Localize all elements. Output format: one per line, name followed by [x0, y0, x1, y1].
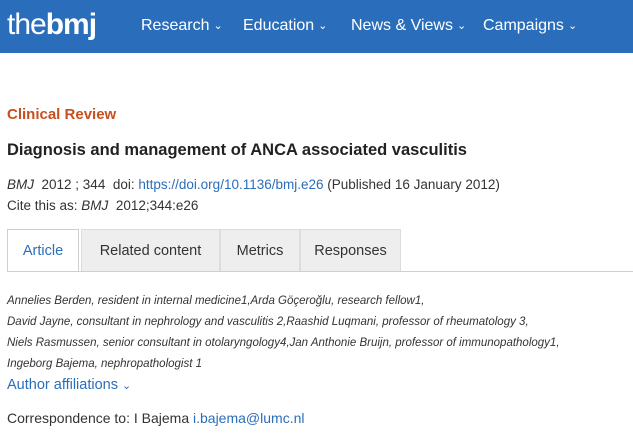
published-date: (Published 16 January 2012) — [327, 177, 500, 192]
correspondence: Correspondence to: I Bajema i.bajema@lum… — [7, 410, 304, 426]
logo-text-bmj: bmj — [45, 8, 97, 41]
correspondence-email-link[interactable]: i.bajema@lumc.nl — [193, 410, 304, 426]
chevron-down-icon: ⌄ — [121, 380, 132, 392]
author-line: Niels Rasmussen, senior consultant in ot… — [7, 337, 560, 349]
nav-news-views[interactable]: News & Views ⌄ — [351, 0, 466, 53]
top-navigation-bar: thebmj Research ⌄ Education ⌄ News & Views… — [0, 0, 633, 53]
nav-campaigns[interactable]: Campaigns ⌄ — [483, 0, 577, 53]
citation-line: BMJ 2012 ; 344 doi: https://doi.org/10.1… — [7, 177, 500, 192]
author-line: Annelies Berden, resident in internal me… — [7, 295, 425, 307]
cite-reference: 2012;344:e26 — [115, 198, 199, 213]
chevron-down-icon: ⌄ — [456, 20, 467, 32]
logo-text-the: the — [7, 8, 47, 41]
bmj-logo[interactable]: thebmj — [7, 6, 97, 44]
journal-name: BMJ — [7, 177, 34, 192]
chevron-down-icon: ⌄ — [567, 20, 578, 32]
author-line: Ingeborg Bajema, nephropathologist 1 — [7, 358, 203, 370]
chevron-down-icon: ⌄ — [318, 20, 328, 32]
doi-label: doi: — [112, 177, 135, 192]
author-line: David Jayne, consultant in nephrology an… — [7, 316, 529, 328]
author-affiliations-toggle[interactable]: Author affiliations ⌄ — [7, 377, 131, 393]
article-category: Clinical Review — [7, 106, 117, 123]
nav-campaigns-label: Campaigns — [483, 17, 564, 34]
tabs-divider — [7, 271, 633, 272]
nav-education-label: Education — [243, 17, 315, 34]
nav-research[interactable]: Research ⌄ — [141, 0, 223, 53]
article-title: Diagnosis and management of ANCA associa… — [7, 141, 467, 159]
year-volume: 2012 ; 344 — [41, 177, 106, 192]
tab-article[interactable]: Article — [7, 229, 79, 272]
cite-line: Cite this as: BMJ 2012;344:e26 — [7, 198, 198, 213]
cite-label: Cite this as: — [7, 198, 78, 213]
nav-education[interactable]: Education ⌄ — [243, 0, 327, 53]
doi-link[interactable]: https://doi.org/10.1136/bmj.e26 — [138, 177, 323, 192]
cite-journal: BMJ — [81, 198, 109, 213]
chevron-down-icon: ⌄ — [213, 20, 223, 32]
nav-research-label: Research — [141, 17, 210, 34]
tab-responses[interactable]: Responses — [300, 229, 401, 272]
tab-metrics[interactable]: Metrics — [220, 229, 300, 272]
nav-news-views-label: News & Views — [351, 17, 453, 34]
correspondence-label: Correspondence to: I Bajema — [7, 410, 190, 426]
author-affiliations-label: Author affiliations — [7, 377, 118, 393]
author-list: Annelies Berden, resident in internal me… — [7, 291, 560, 375]
tab-related-content[interactable]: Related content — [81, 229, 220, 272]
